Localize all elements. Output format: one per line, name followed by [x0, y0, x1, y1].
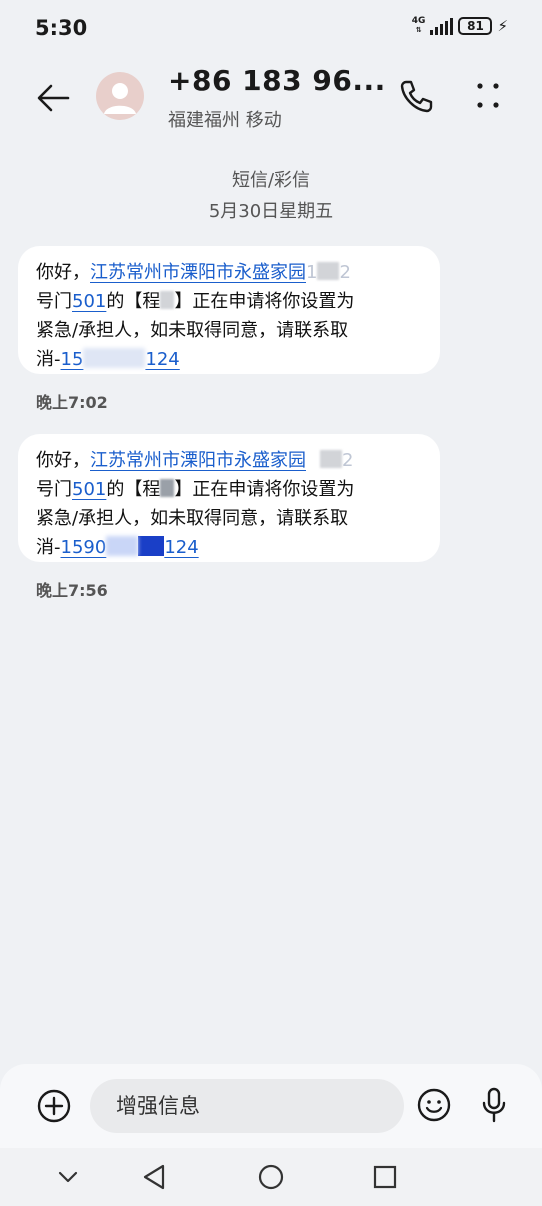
- plus-circle-icon[interactable]: [36, 1088, 72, 1124]
- battery-icon: 81: [458, 17, 493, 35]
- phone-number-link[interactable]: 15 124: [61, 348, 180, 370]
- more-vertical-icon[interactable]: [470, 76, 506, 116]
- redaction-mask: [138, 536, 165, 556]
- conversation-header: +86 183 96... 福建福州 移动: [0, 58, 542, 142]
- status-bar: 5:30 4G ⇅ 81 ⚡: [0, 0, 542, 56]
- circle-home-icon[interactable]: [255, 1161, 287, 1193]
- redaction-mask: [317, 262, 340, 280]
- phone-icon[interactable]: [396, 76, 436, 116]
- data-arrows-icon: ⇅: [415, 26, 422, 34]
- message-thread-screen: 5:30 4G ⇅ 81 ⚡ +86 183 96... 福建福州 移动 短信/…: [0, 0, 542, 1206]
- message-timestamp: 晚上7:02: [36, 393, 108, 412]
- person-avatar-icon: [104, 83, 136, 114]
- message-input-container: [90, 1079, 404, 1133]
- composer-bar: [0, 1064, 542, 1148]
- message-input[interactable]: [90, 1079, 404, 1133]
- redaction-mask: [160, 479, 175, 497]
- channel-label: 短信/彩信: [231, 170, 311, 191]
- address-link[interactable]: 江苏常州市溧阳市永盛家园: [90, 262, 306, 283]
- message-bubble[interactable]: 你好，江苏常州市溧阳市永盛家园1 2 号门501的【程 】正在申请将你设置为 紧急/…: [18, 246, 440, 374]
- status-time: 5:30: [35, 16, 88, 40]
- back-arrow-icon[interactable]: [32, 76, 76, 120]
- battery-level: 81: [467, 19, 484, 33]
- emoji-icon[interactable]: [416, 1087, 452, 1123]
- message-timestamp: 晚上7:56: [36, 581, 108, 600]
- room-number-link[interactable]: 501: [72, 291, 106, 312]
- date-label: 5月30日星期五: [208, 201, 334, 222]
- phone-number-link[interactable]: 1590 124: [61, 536, 199, 558]
- redaction-mask: [83, 348, 146, 368]
- contact-name[interactable]: +86 183 96...: [168, 64, 386, 97]
- signal-icon: [430, 17, 454, 35]
- redaction-mask: [106, 536, 139, 556]
- address-link[interactable]: 江苏常州市溧阳市永盛家园: [90, 450, 306, 471]
- charging-icon: ⚡: [497, 17, 508, 35]
- message-bubble[interactable]: 你好，江苏常州市溧阳市永盛家园 2 号门501的【程 】正在申请将你设置为 紧急/承…: [18, 434, 440, 562]
- system-navigation-bar: [0, 1148, 542, 1206]
- status-icons: 4G ⇅ 81 ⚡: [412, 17, 508, 35]
- redaction-mask: [160, 291, 175, 309]
- redaction-mask: [320, 450, 342, 468]
- room-number-link[interactable]: 501: [72, 479, 106, 500]
- triangle-back-icon[interactable]: [139, 1161, 171, 1193]
- network-type: 4G ⇅: [411, 16, 426, 35]
- square-recent-icon[interactable]: [369, 1161, 401, 1193]
- avatar[interactable]: [96, 72, 144, 120]
- microphone-icon[interactable]: [480, 1086, 508, 1124]
- chevron-down-icon[interactable]: [52, 1161, 84, 1193]
- contact-location: 福建福州 移动: [168, 110, 282, 131]
